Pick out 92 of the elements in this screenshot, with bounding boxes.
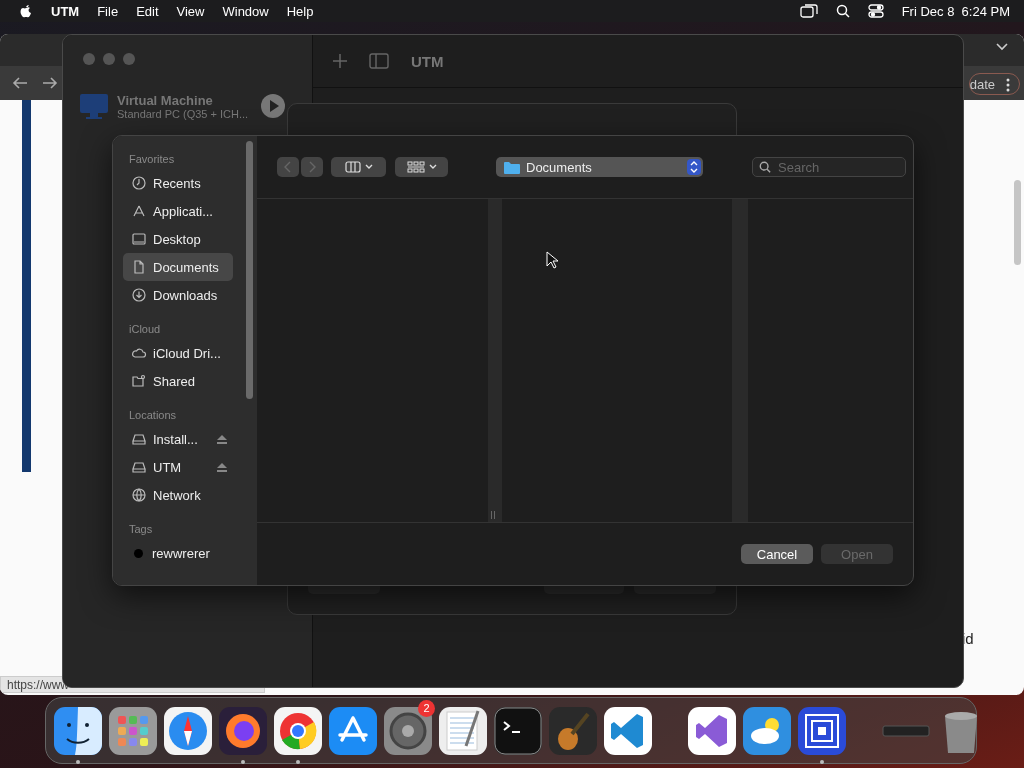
scrollbar-thumb[interactable] — [1014, 180, 1021, 265]
window-title: UTM — [411, 52, 444, 70]
sidebar-toggle-icon[interactable] — [369, 53, 389, 69]
search-field[interactable]: Search — [752, 157, 906, 177]
chevron-right-icon — [308, 161, 316, 173]
search-icon[interactable] — [835, 4, 850, 18]
item-label: Install... — [153, 431, 198, 447]
compass-icon[interactable] — [163, 705, 213, 756]
item-label: Desktop — [153, 231, 201, 247]
ribbon-logo-icon[interactable] — [687, 705, 737, 756]
apple-logo-icon[interactable] — [19, 3, 33, 19]
drive-icon — [131, 431, 147, 447]
sidebar-item[interactable]: Downloads — [123, 281, 233, 309]
forward-button[interactable] — [301, 157, 323, 177]
monitor-icon — [79, 91, 109, 121]
more-options-icon[interactable] — [1006, 78, 1010, 92]
sidebar-item[interactable]: Install... — [123, 425, 233, 453]
forward-arrow-icon[interactable] — [42, 76, 58, 90]
settings-icon[interactable] — [383, 705, 433, 756]
section-heading: iCloud — [128, 322, 162, 337]
location-popup[interactable]: Documents — [496, 157, 703, 177]
menu-item[interactable]: Edit — [136, 3, 159, 19]
drive-icon — [131, 459, 147, 475]
view-mode-button[interactable] — [331, 157, 386, 177]
item-label: Shared — [153, 373, 195, 389]
item-label: iCloud Dri... — [153, 345, 221, 361]
caret-icon — [364, 164, 373, 170]
item-label: Recents — [153, 175, 201, 191]
back-arrow-icon[interactable] — [12, 76, 28, 90]
item-label: Applicati... — [153, 203, 213, 219]
globe-icon — [131, 487, 147, 503]
sidebar-item[interactable]: UTM — [123, 453, 233, 481]
chevron-down-icon[interactable] — [996, 43, 1008, 51]
pointer-cursor-icon — [546, 251, 558, 269]
menu-item[interactable]: File — [97, 3, 119, 19]
sidebar-item[interactable]: Desktop — [123, 225, 233, 253]
vm-detail: Standard PC (Q35 + ICH... — [117, 107, 249, 120]
scrollbar-thumb[interactable] — [246, 141, 253, 399]
item-label: Downloads — [153, 287, 218, 303]
sidebar-item[interactable]: Network — [123, 481, 233, 509]
terminal-icon[interactable] — [493, 705, 543, 756]
sidebar-item[interactable]: rewwrerer — [123, 539, 233, 567]
item-label: rewwrerer — [152, 545, 210, 561]
sidebar-item[interactable]: Documents — [123, 253, 233, 281]
document-icon — [131, 259, 147, 275]
fox-globe-icon[interactable] — [218, 705, 268, 756]
code-editor-icon[interactable] — [603, 705, 653, 756]
download-icon — [131, 287, 147, 303]
menu-item[interactable]: View — [176, 3, 205, 19]
chevron-left-icon — [284, 161, 292, 173]
back-button[interactable] — [277, 157, 299, 177]
sidebar-item[interactable]: iCloud Dri... — [123, 339, 233, 367]
guitar-icon[interactable] — [548, 705, 598, 756]
item-label: Network — [153, 487, 201, 503]
section-heading: Tags — [128, 522, 154, 537]
cloud-sun-icon[interactable] — [742, 705, 792, 756]
section-heading: Locations — [128, 408, 178, 423]
search-icon — [759, 161, 771, 173]
control-center-icon[interactable] — [867, 4, 884, 18]
play-icon[interactable] — [260, 93, 287, 119]
chrome-icon[interactable] — [273, 705, 323, 756]
grid-icon — [406, 161, 425, 173]
notepad-icon[interactable] — [438, 705, 488, 756]
sidebar-item[interactable]: Applicati... — [123, 197, 233, 225]
app-store-icon[interactable] — [328, 705, 378, 756]
notification-badge: 2 — [418, 699, 435, 717]
finder-icon[interactable] — [53, 705, 103, 756]
folder-icon — [504, 160, 520, 174]
group-button[interactable] — [395, 157, 448, 177]
item-label: UTM — [153, 459, 182, 475]
caret-icon — [428, 164, 437, 170]
app-menu[interactable]: UTM — [51, 3, 80, 19]
item-label: Documents — [153, 259, 219, 275]
screens-icon[interactable] — [799, 4, 818, 18]
menu-item[interactable]: Help — [286, 3, 314, 19]
sidebar-item[interactable]: Recents — [123, 169, 233, 197]
concentric-squares-icon[interactable] — [797, 705, 847, 756]
clock-icon — [131, 175, 147, 191]
sidebar-item[interactable]: Shared — [123, 367, 233, 395]
apps-icon — [131, 203, 147, 219]
cancel-button[interactable]: Cancel — [741, 544, 813, 564]
resize-handle-icon[interactable] — [490, 511, 496, 519]
clock[interactable]: Fri Dec 8 6:24 PM — [901, 3, 1010, 19]
columns-icon — [344, 161, 361, 173]
stepper-icon — [687, 159, 701, 175]
section-heading: Favorites — [128, 152, 176, 167]
launchpad-icon[interactable] — [108, 705, 158, 756]
shared-folder-icon — [131, 373, 147, 389]
eject-icon[interactable] — [217, 434, 227, 444]
eject-icon[interactable] — [217, 462, 227, 472]
menu-item[interactable]: Window — [222, 3, 269, 19]
desktop-icon — [131, 231, 147, 247]
